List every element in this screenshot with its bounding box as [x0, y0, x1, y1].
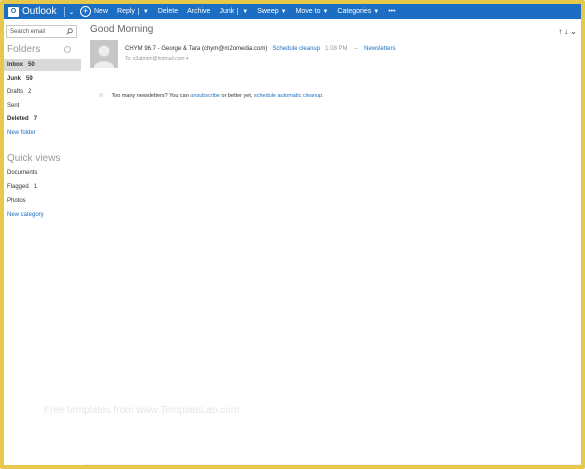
sidebar-item-label: Flagged — [7, 184, 29, 190]
categories-button[interactable]: Categories ▼ — [337, 8, 379, 15]
category-separator: – — [354, 46, 358, 52]
avatar — [90, 40, 118, 68]
sweep-label: Sweep — [257, 8, 279, 15]
search-input[interactable]: Search email — [6, 25, 77, 38]
chevron-down-icon: ▼ — [373, 8, 380, 15]
more-icon: ••• — [388, 8, 396, 15]
new-category-link[interactable]: New category — [4, 209, 81, 221]
new-label: New — [94, 8, 109, 15]
chevron-down-icon: ▼ — [322, 8, 329, 15]
move-to-button[interactable]: Move to ▼ — [296, 8, 329, 15]
new-folder-link[interactable]: New folder — [4, 127, 81, 139]
app-title: Outlook — [22, 6, 57, 17]
sidebar-item-flagged[interactable]: Flagged 1 — [4, 181, 81, 193]
arrow-down-icon[interactable]: ↓ — [564, 27, 568, 36]
sender-name[interactable]: CHYM 96.7 - George & Tara — [125, 46, 200, 52]
archive-label: Archive — [187, 8, 211, 15]
message-subject: Good Morning — [90, 24, 154, 35]
unsubscribe-link[interactable]: unsubscribe — [190, 93, 220, 99]
outlook-logo-icon: O — [8, 6, 19, 17]
new-button[interactable]: + New — [80, 6, 108, 17]
newsletter-notice: Too many newsletters? You can unsubscrib… — [99, 93, 324, 99]
chevron-down-icon[interactable]: ▼ — [143, 9, 149, 15]
more-button[interactable]: ••• — [388, 8, 395, 15]
plus-icon: + — [80, 6, 91, 17]
delete-label: Delete — [157, 8, 179, 15]
message-time: 1:08 PM — [325, 46, 348, 52]
sender-email: (chym@m2omedia.com) — [201, 46, 268, 52]
unread-count: 7 — [33, 116, 38, 122]
divider — [237, 8, 239, 15]
categories-label: Categories — [337, 8, 372, 15]
sidebar-item-label: Documents — [7, 170, 38, 176]
recipient-line: To: s3abram@hotmail.com ▾ — [125, 56, 188, 62]
sidebar-item-label: Deleted — [7, 116, 29, 122]
divider — [64, 6, 66, 17]
notice-text: Too many newsletters? You can — [111, 93, 189, 99]
chevron-down-icon[interactable]: ⌄ — [68, 8, 74, 16]
left-pane: Search email Folders Inbox 50 Junk 59 Dr… — [4, 19, 81, 465]
category-link[interactable]: Newsletters — [364, 46, 395, 52]
sidebar-item-label: Sent — [7, 103, 20, 109]
sidebar-item-sent[interactable]: Sent — [4, 100, 81, 112]
unread-count: 59 — [26, 76, 33, 82]
junk-label: Junk — [219, 8, 235, 15]
brand[interactable]: O Outlook ⌄ — [4, 4, 80, 19]
sidebar-item-deleted[interactable]: Deleted 7 — [4, 113, 81, 125]
search-placeholder: Search email — [10, 28, 46, 35]
arrow-up-icon[interactable]: ↑ — [558, 27, 562, 36]
schedule-cleanup-link[interactable]: schedule automatic cleanup. — [254, 93, 324, 99]
message-header: CHYM 96.7 - George & Tara (chym@m2omedia… — [125, 46, 396, 52]
chevron-down-icon[interactable]: ⌄ — [570, 27, 577, 36]
recipient: To: s3abram@hotmail.com — [125, 56, 185, 62]
folders-heading: Folders — [7, 44, 41, 55]
sidebar-item-label: Junk — [7, 76, 22, 82]
watermark: Free templates from www.TemplateLab.com — [44, 405, 240, 416]
chevron-down-icon: ▼ — [280, 8, 287, 15]
sidebar-item-label: Photos — [7, 198, 26, 204]
search-icon[interactable] — [66, 28, 73, 35]
junk-button[interactable]: Junk ▼ — [219, 8, 248, 15]
chevron-down-icon[interactable]: ▾ — [186, 56, 189, 62]
sweep-button[interactable]: Sweep ▼ — [257, 8, 286, 15]
reply-label: Reply — [117, 8, 135, 15]
delete-button[interactable]: Delete — [158, 8, 178, 15]
unread-count: 1 — [33, 184, 38, 190]
add-folder-icon[interactable] — [64, 46, 71, 53]
sidebar-item-label: Drafts — [7, 89, 24, 95]
command-list: + New Reply ▼ Delete Archive Junk ▼ Swee… — [80, 4, 405, 19]
unread-count: 50 — [28, 62, 35, 68]
notice-text: or better yet, — [221, 93, 253, 99]
message-nav: ↑ ↓ ⌄ — [558, 27, 577, 36]
sidebar-item-label: Inbox — [7, 62, 23, 68]
reading-pane: Good Morning ↑ ↓ ⌄ CHYM 96.7 - George & … — [84, 19, 581, 465]
divider — [84, 464, 581, 465]
divider — [137, 8, 139, 15]
reply-button[interactable]: Reply ▼ — [117, 8, 149, 15]
top-command-bar: O Outlook ⌄ + New Reply ▼ Delete Archive… — [4, 4, 581, 19]
sidebar-item-documents[interactable]: Documents — [4, 167, 81, 179]
chevron-down-icon[interactable]: ▼ — [242, 9, 248, 15]
sidebar-item-drafts[interactable]: Drafts 2 — [4, 86, 81, 98]
move-to-label: Move to — [295, 8, 321, 15]
sidebar-item-photos[interactable]: Photos — [4, 195, 81, 207]
info-icon — [99, 93, 103, 97]
archive-button[interactable]: Archive — [187, 8, 210, 15]
schedule-cleanup-link[interactable]: Schedule cleanup — [272, 46, 320, 52]
quick-views-heading: Quick views — [7, 153, 61, 164]
sidebar-item-junk[interactable]: Junk 59 — [4, 73, 81, 85]
window-frame: O Outlook ⌄ + New Reply ▼ Delete Archive… — [0, 0, 585, 469]
unread-count: 2 — [28, 89, 32, 95]
person-icon — [90, 40, 118, 68]
sidebar-item-inbox[interactable]: Inbox 50 — [4, 59, 81, 71]
